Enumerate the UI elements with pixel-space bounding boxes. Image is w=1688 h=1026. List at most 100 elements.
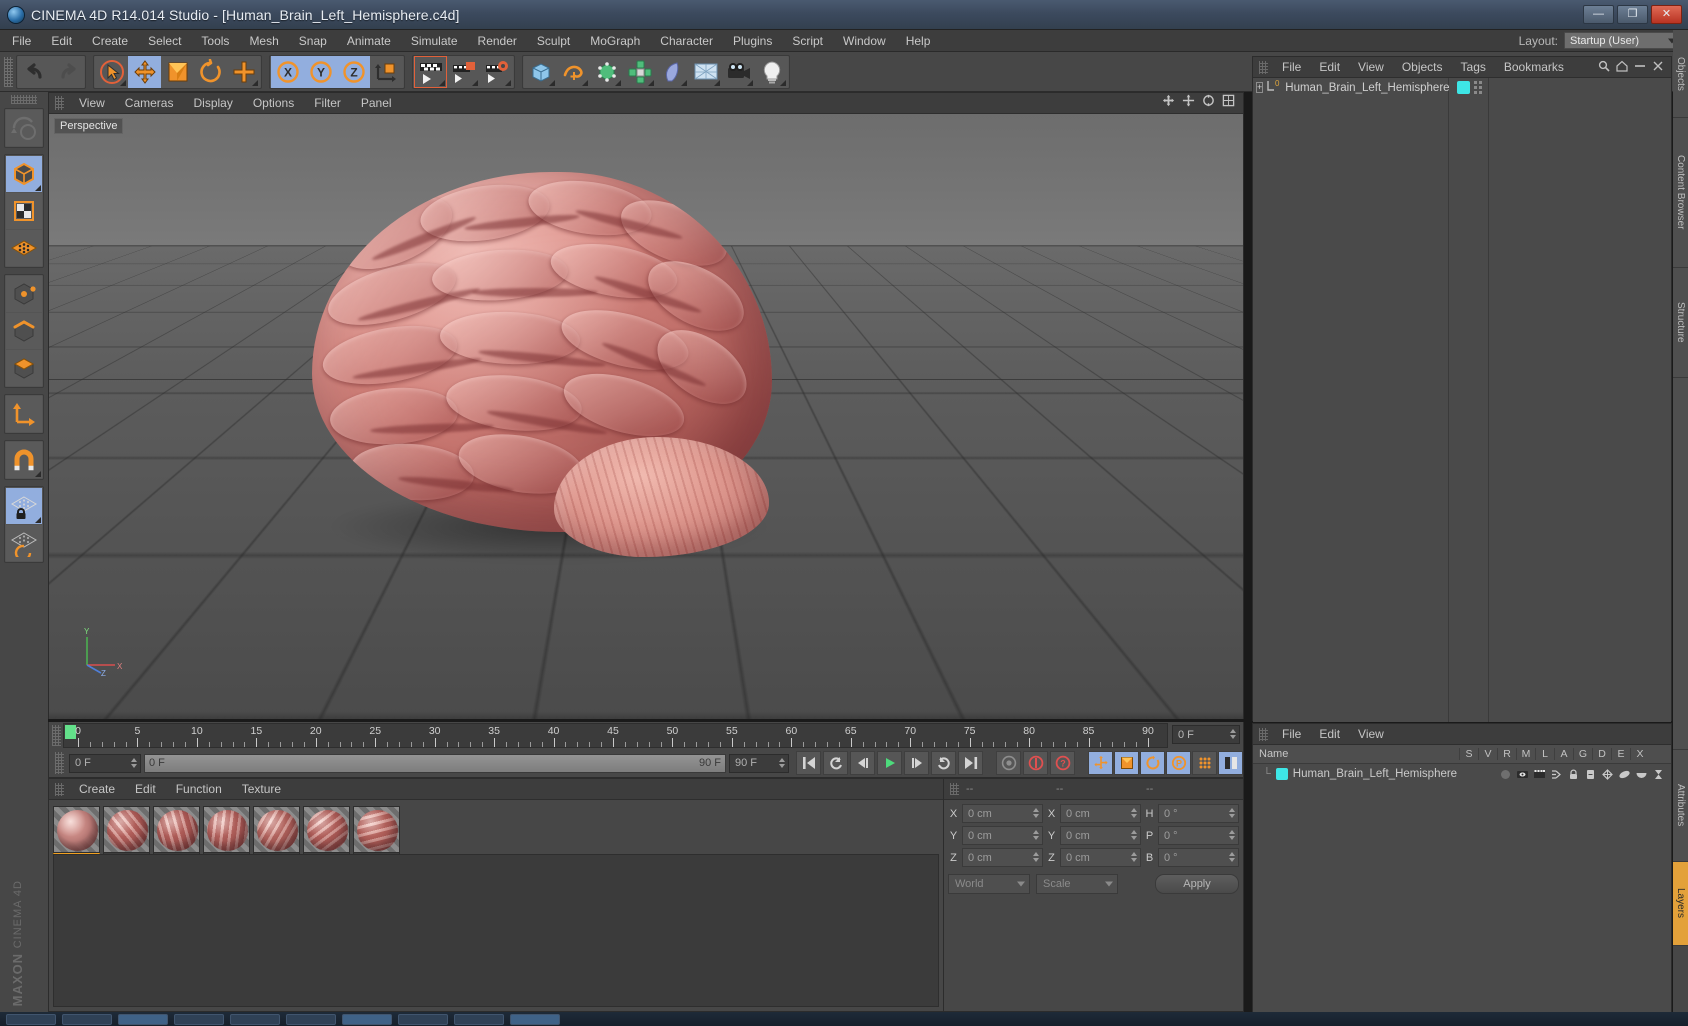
object-manager-grip[interactable] — [1259, 61, 1268, 74]
menu-help[interactable]: Help — [896, 30, 941, 52]
material-menu-texture[interactable]: Texture — [232, 782, 291, 796]
menu-tools[interactable]: Tools — [191, 30, 239, 52]
coordinates-grip[interactable] — [950, 783, 959, 795]
lock-y-axis-button[interactable]: Y — [304, 56, 337, 88]
rot-p-input[interactable]: 0 ° — [1158, 826, 1239, 845]
maximize-button[interactable]: ❐ — [1617, 5, 1648, 24]
object-row[interactable]: + 0 Human_Brain_Left_Hemisphere — [1253, 78, 1448, 97]
edge-mode-button[interactable] — [6, 313, 42, 349]
viewport-canvas[interactable]: Perspective Y X Z — [49, 114, 1243, 719]
layer-col-s[interactable]: S — [1459, 748, 1478, 760]
render-view-button[interactable] — [414, 56, 447, 88]
bend-deformer-button[interactable] — [656, 56, 689, 88]
keyframe-selection-button[interactable]: ? — [1050, 751, 1075, 775]
layer-row[interactable]: └ Human_Brain_Left_Hemisphere — [1253, 764, 1671, 784]
menu-animate[interactable]: Animate — [337, 30, 401, 52]
viewport-menu-panel[interactable]: Panel — [351, 96, 402, 110]
material-menu-function[interactable]: Function — [166, 782, 232, 796]
tab-structure[interactable]: Structure — [1673, 268, 1688, 378]
taskbar-item[interactable] — [62, 1014, 112, 1025]
left-toolbar-grip[interactable] — [11, 95, 37, 104]
layer-col-a[interactable]: A — [1554, 748, 1573, 760]
menu-script[interactable]: Script — [782, 30, 833, 52]
scale-key-button[interactable] — [1114, 751, 1139, 775]
toolbar-grip[interactable] — [4, 57, 13, 87]
animation-icon[interactable] — [1584, 768, 1597, 781]
nurbs-generator-button[interactable] — [590, 56, 623, 88]
object-axis-mode-button[interactable] — [6, 396, 42, 432]
rot-p-spinner-icon[interactable] — [1229, 830, 1235, 840]
step-back-button[interactable] — [850, 751, 875, 775]
pos-y-spinner-icon[interactable] — [1033, 830, 1039, 840]
collapse-icon[interactable] — [1634, 60, 1646, 75]
rot-b-spinner-icon[interactable] — [1229, 852, 1235, 862]
viewport-menu-cameras[interactable]: Cameras — [115, 96, 184, 110]
menu-render[interactable]: Render — [468, 30, 527, 52]
size-y-input[interactable]: 0 cm — [1060, 826, 1141, 845]
home-icon[interactable] — [1616, 60, 1628, 75]
taskbar-item[interactable] — [6, 1014, 56, 1025]
lock-x-axis-button[interactable]: X — [271, 56, 304, 88]
next-key-button[interactable] — [931, 751, 956, 775]
deformer-icon[interactable] — [1618, 768, 1631, 781]
object-menu-objects[interactable]: Objects — [1393, 60, 1452, 74]
scale-tool[interactable] — [161, 56, 194, 88]
preview-range-bar[interactable]: 0 F 90 F — [144, 754, 726, 773]
array-deformer-button[interactable] — [623, 56, 656, 88]
expand-toggle-icon[interactable]: + — [1256, 82, 1263, 93]
move-tool[interactable] — [128, 56, 161, 88]
tab-objects[interactable]: Objects — [1673, 30, 1688, 118]
timeline-controls-grip[interactable] — [55, 752, 64, 774]
size-x-input[interactable]: 0 cm — [1060, 804, 1141, 823]
pos-z-input[interactable]: 0 cm — [962, 848, 1043, 867]
view-icon[interactable] — [1516, 768, 1529, 781]
move-camera-icon[interactable] — [1162, 94, 1175, 112]
viewport-menu-options[interactable]: Options — [243, 96, 304, 110]
viewport-menu-display[interactable]: Display — [183, 96, 242, 110]
polygon-mode-button[interactable] — [6, 350, 42, 386]
pos-x-input[interactable]: 0 cm — [962, 804, 1043, 823]
floor-environment-button[interactable] — [689, 56, 722, 88]
apply-button[interactable]: Apply — [1155, 874, 1239, 894]
lock-workplane-button[interactable] — [6, 488, 42, 524]
goto-start-button[interactable] — [796, 751, 821, 775]
add-tool[interactable] — [227, 56, 260, 88]
taskbar-item[interactable] — [118, 1014, 168, 1025]
viewport-grip[interactable] — [55, 96, 64, 110]
make-editable-button[interactable] — [6, 110, 42, 146]
lock-z-axis-button[interactable]: Z — [337, 56, 370, 88]
tab-layers[interactable]: Layers — [1673, 862, 1688, 946]
end-frame-spinner-icon[interactable] — [779, 758, 785, 768]
camera-button[interactable] — [722, 56, 755, 88]
taskbar-item[interactable] — [398, 1014, 448, 1025]
xpresso-icon[interactable] — [1652, 768, 1665, 781]
object-menu-view[interactable]: View — [1349, 60, 1393, 74]
rotate-camera-icon[interactable] — [1202, 94, 1215, 112]
current-frame-field[interactable]: 0 F — [1172, 725, 1240, 744]
point-mode-button[interactable] — [6, 276, 42, 312]
frame-spinner-icon[interactable] — [1230, 729, 1236, 739]
material-manager-empty-area[interactable] — [53, 854, 939, 1007]
close-icon[interactable] — [1652, 60, 1664, 75]
layer-col-g[interactable]: G — [1573, 748, 1592, 760]
redo-button[interactable] — [51, 56, 84, 88]
taskbar-item[interactable] — [174, 1014, 224, 1025]
spline-pen-button[interactable] — [557, 56, 590, 88]
manager-icon[interactable] — [1550, 768, 1563, 781]
pos-y-input[interactable]: 0 cm — [962, 826, 1043, 845]
size-z-spinner-icon[interactable] — [1131, 852, 1137, 862]
start-frame-field[interactable]: 0 F — [69, 754, 141, 773]
lock-icon[interactable] — [1567, 768, 1580, 781]
layer-menu-edit[interactable]: Edit — [1310, 727, 1349, 741]
layer-menu-view[interactable]: View — [1349, 727, 1393, 741]
menu-simulate[interactable]: Simulate — [401, 30, 468, 52]
object-menu-bookmarks[interactable]: Bookmarks — [1495, 60, 1573, 74]
object-menu-file[interactable]: File — [1273, 60, 1310, 74]
previous-key-button[interactable] — [823, 751, 848, 775]
material-manager-grip[interactable] — [55, 783, 64, 796]
layer-col-r[interactable]: R — [1497, 748, 1516, 760]
step-forward-button[interactable] — [904, 751, 929, 775]
scale-camera-icon[interactable] — [1182, 94, 1195, 112]
menu-character[interactable]: Character — [650, 30, 723, 52]
rotate-tool[interactable] — [194, 56, 227, 88]
